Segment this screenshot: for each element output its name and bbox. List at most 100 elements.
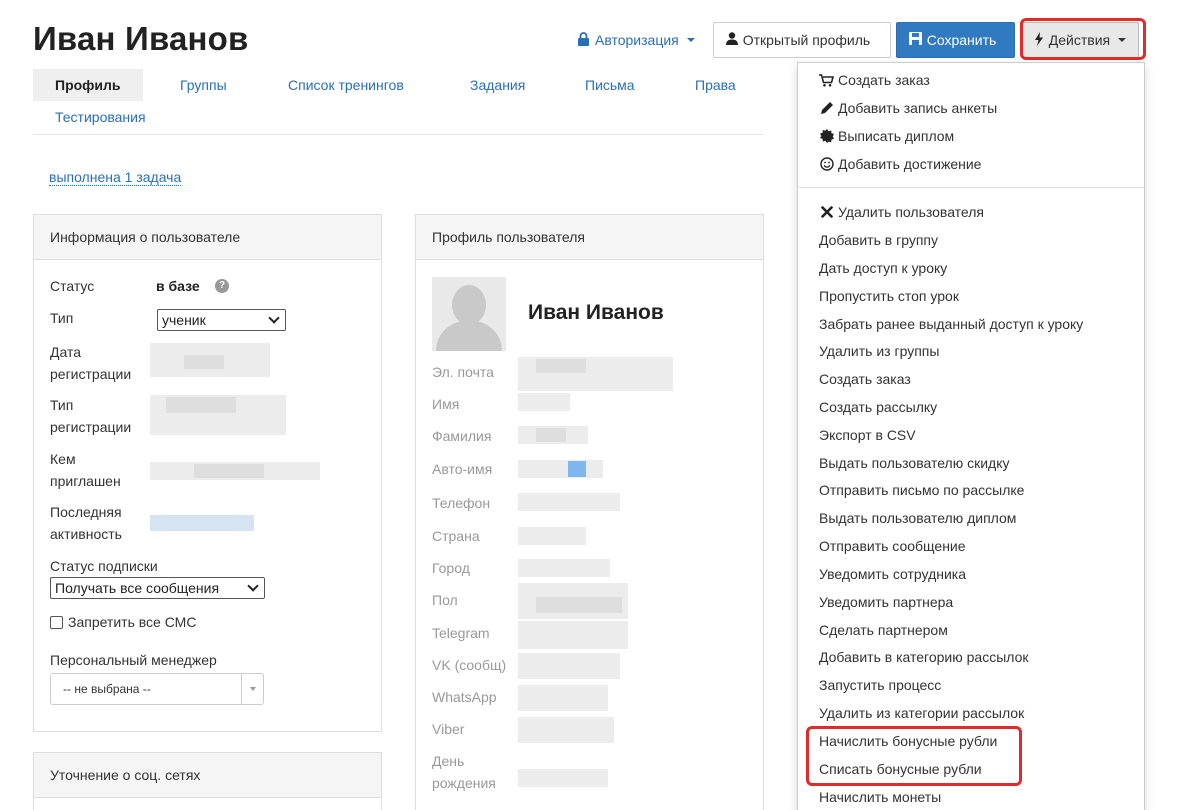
last-name-label: Фамилия bbox=[432, 428, 492, 444]
auth-dropdown[interactable]: Авторизация bbox=[577, 31, 695, 49]
first-name-value bbox=[518, 393, 570, 411]
profile-name: Иван Иванов bbox=[528, 301, 664, 324]
phone-label: Телефон bbox=[432, 495, 491, 511]
menu-item-send-message[interactable]: Отправить сообщение bbox=[819, 538, 966, 554]
lock-icon bbox=[577, 31, 590, 49]
menu-divider bbox=[798, 187, 1144, 188]
pencil-icon bbox=[819, 101, 834, 116]
country-value bbox=[518, 527, 586, 545]
menu-item-add-to-group[interactable]: Добавить в группу bbox=[819, 232, 938, 248]
tab-rights[interactable]: Права bbox=[695, 77, 736, 93]
tab-testing[interactable]: Тестирования bbox=[55, 109, 146, 125]
menu-item-notify-employee[interactable]: Уведомить сотрудника bbox=[819, 566, 966, 582]
city-label: Город bbox=[432, 560, 470, 576]
panel-title: Информация о пользователе bbox=[34, 215, 381, 260]
social-networks-panel: Уточнение о соц. сетях bbox=[33, 752, 382, 810]
invited-by-label: Кем приглашен bbox=[50, 451, 121, 489]
vk-value bbox=[518, 653, 620, 679]
completed-tasks-link[interactable]: выполнена 1 задача bbox=[49, 169, 182, 186]
menu-item-revoke-lesson-access[interactable]: Забрать ранее выданный доступ к уроку bbox=[819, 316, 1083, 332]
subscription-label: Статус подписки bbox=[50, 558, 158, 574]
whatsapp-label: WhatsApp bbox=[432, 689, 497, 705]
menu-item-notify-partner[interactable]: Уведомить партнера bbox=[819, 594, 953, 610]
country-label: Страна bbox=[432, 528, 480, 544]
panel-title: Уточнение о соц. сетях bbox=[34, 753, 381, 798]
menu-item-add-form-record[interactable]: Добавить запись анкеты bbox=[819, 100, 997, 116]
subscription-select-value: Получать все сообщения bbox=[55, 580, 220, 596]
last-activity-value bbox=[150, 515, 254, 531]
menu-item-start-process[interactable]: Запустить процесс bbox=[819, 677, 941, 693]
tab-trainings[interactable]: Список тренингов bbox=[288, 77, 404, 93]
menu-item-remove-from-group[interactable]: Удалить из группы bbox=[819, 343, 939, 359]
tab-profile[interactable]: Профиль bbox=[33, 69, 143, 101]
save-button[interactable]: Сохранить bbox=[895, 22, 1015, 58]
birthday-label: День рождения bbox=[432, 753, 496, 791]
telegram-label: Telegram bbox=[432, 625, 490, 641]
first-name-label: Имя bbox=[432, 396, 460, 412]
menu-item-grant-lesson-access[interactable]: Дать доступ к уроку bbox=[819, 260, 947, 276]
reg-type-label: Тип регистрации bbox=[50, 397, 132, 435]
last-activity-label: Последняя активность bbox=[50, 504, 122, 542]
menu-item-create-order-2[interactable]: Создать заказ bbox=[819, 371, 911, 387]
tab-letters[interactable]: Письма bbox=[585, 77, 635, 93]
manager-select-value: -- не выбрана -- bbox=[63, 682, 151, 696]
menu-item-send-mailing-letter[interactable]: Отправить письмо по рассылке bbox=[819, 482, 1024, 498]
caret-down-icon bbox=[241, 674, 263, 704]
menu-item-give-discount[interactable]: Выдать пользователю скидку bbox=[819, 455, 1010, 471]
status-label: Статус bbox=[50, 278, 95, 294]
menu-item-add-achievement[interactable]: Добавить достижение bbox=[819, 156, 981, 172]
smile-icon bbox=[819, 157, 834, 172]
avatar[interactable] bbox=[432, 277, 506, 351]
type-select-value: ученик bbox=[162, 312, 206, 328]
viber-label: Viber bbox=[432, 721, 465, 737]
user-profile-panel: Профиль пользователя Иван Иванов Эл. поч… bbox=[415, 214, 764, 810]
status-value: в базе bbox=[156, 278, 200, 294]
menu-item-skip-stop-lesson[interactable]: Пропустить стоп урок bbox=[819, 288, 959, 304]
user-info-panel: Информация о пользователе Статус в базе … bbox=[33, 214, 382, 732]
viber-value bbox=[518, 717, 614, 743]
menu-item-issue-diploma[interactable]: Выписать диплом bbox=[819, 128, 954, 144]
open-profile-label: Открытый профиль bbox=[742, 32, 871, 48]
menu-item-accrue-coins[interactable]: Начислить монеты bbox=[819, 789, 941, 805]
menu-item-create-mailing[interactable]: Создать рассылку bbox=[819, 399, 937, 415]
menu-item-give-diploma[interactable]: Выдать пользователю диплом bbox=[819, 510, 1016, 526]
actions-button-highlight bbox=[1020, 18, 1146, 60]
remove-icon bbox=[819, 205, 834, 220]
type-label: Тип bbox=[50, 310, 74, 326]
city-value bbox=[518, 559, 610, 577]
reg-date-label: Дата регистрации bbox=[50, 344, 132, 382]
vk-label: VK (сообщ) bbox=[432, 657, 507, 673]
subscription-select[interactable]: Получать все сообщения bbox=[50, 577, 265, 599]
menu-item-make-partner[interactable]: Сделать партнером bbox=[819, 622, 948, 638]
type-select[interactable]: ученик bbox=[157, 309, 286, 331]
chevron-down-icon bbox=[268, 312, 280, 324]
gender-label: Пол bbox=[432, 592, 458, 608]
phone-value bbox=[518, 493, 620, 511]
panel-title: Профиль пользователя bbox=[416, 215, 763, 260]
chevron-down-icon bbox=[247, 580, 259, 592]
open-profile-button[interactable]: Открытый профиль bbox=[712, 22, 891, 58]
email-label: Эл. почта bbox=[432, 364, 494, 380]
menu-item-export-csv[interactable]: Экспорт в CSV bbox=[819, 427, 916, 443]
whatsapp-value bbox=[518, 685, 608, 711]
auto-name-label: Авто-имя bbox=[432, 461, 493, 477]
menu-item-add-mailing-category[interactable]: Добавить в категорию рассылок bbox=[819, 649, 1029, 665]
auth-label: Авторизация bbox=[595, 32, 679, 48]
tab-groups[interactable]: Группы bbox=[180, 77, 227, 93]
menu-item-remove-mailing-category[interactable]: Удалить из категории рассылок bbox=[819, 705, 1024, 721]
caret-down-icon bbox=[686, 38, 695, 42]
tab-tasks[interactable]: Задания bbox=[470, 77, 525, 93]
page-title: Иван Иванов bbox=[33, 20, 249, 57]
block-sms-label: Запретить все СМС bbox=[68, 614, 197, 630]
tabs-divider bbox=[33, 134, 763, 135]
telegram-value bbox=[518, 621, 628, 649]
actions-dropdown-menu: Создать заказ Добавить запись анкеты Вып… bbox=[797, 62, 1145, 810]
menu-item-create-order[interactable]: Создать заказ bbox=[819, 72, 930, 88]
block-sms-checkbox[interactable] bbox=[50, 616, 63, 629]
bonus-items-highlight bbox=[806, 726, 1022, 786]
manager-select[interactable]: -- не выбрана -- bbox=[50, 673, 264, 705]
cart-icon bbox=[819, 73, 834, 88]
manager-label: Персональный менеджер bbox=[50, 652, 217, 668]
question-icon[interactable]: ? bbox=[215, 279, 229, 293]
menu-item-delete-user[interactable]: Удалить пользователя bbox=[819, 204, 984, 220]
